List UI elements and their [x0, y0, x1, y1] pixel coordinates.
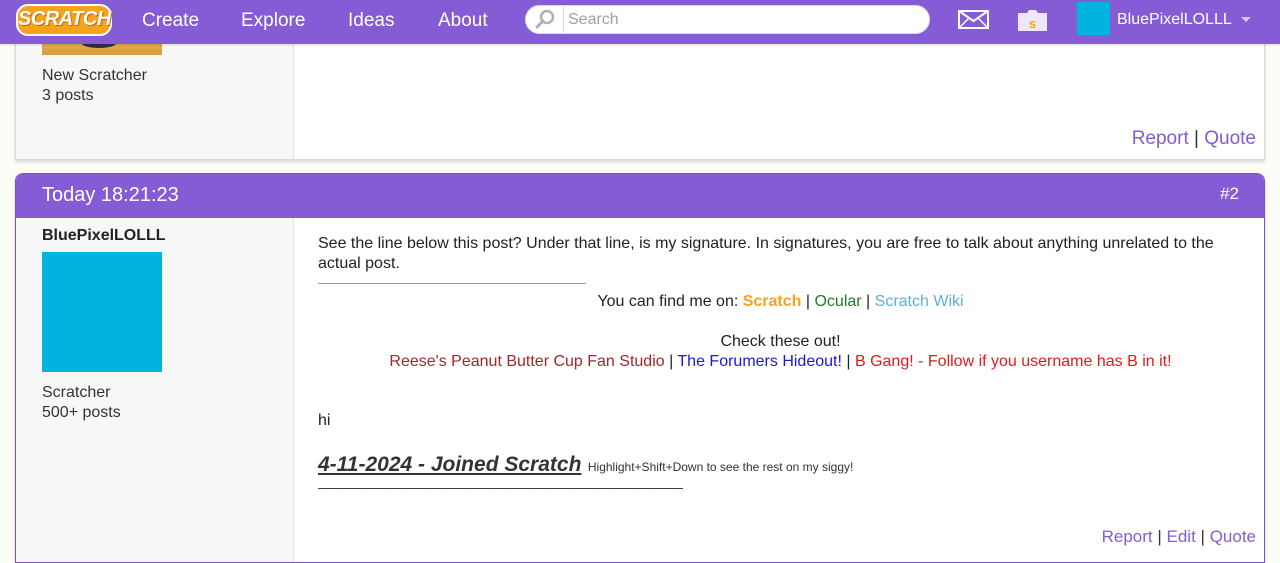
post-header: Today 18:21:23 #2	[16, 174, 1264, 218]
studio-link-reeses[interactable]: Reese's Peanut Butter Cup Fan Studio	[389, 353, 664, 370]
signature-studios: Reese's Peanut Butter Cup Fan Studio | T…	[389, 353, 1172, 370]
post-actions: Report | Quote	[1131, 128, 1256, 149]
account-username[interactable]: BluePixelLOLLL	[1117, 0, 1232, 40]
post-number[interactable]: #2	[1220, 174, 1239, 214]
ocular-link[interactable]: Ocular	[814, 293, 861, 310]
quote-link[interactable]: Quote	[1210, 527, 1256, 546]
nav-about[interactable]: About	[438, 0, 488, 44]
user-avatar[interactable]	[1077, 2, 1110, 35]
svg-text:s: s	[1029, 16, 1036, 31]
report-link[interactable]: Report	[1132, 128, 1189, 149]
signature-hi: hi	[318, 412, 331, 429]
author-post-count: 500+ posts	[42, 404, 121, 421]
scratch-link[interactable]: Scratch	[743, 293, 802, 310]
scratch-logo[interactable]: SCRATCH	[16, 4, 112, 36]
signature-find-me: You can find me on: Scratch | Ocular | S…	[597, 293, 964, 310]
my-stuff-folder-icon[interactable]: s	[1016, 8, 1049, 38]
search-icon[interactable]	[526, 6, 564, 33]
check-these-out: Check these out!	[720, 333, 841, 350]
top-navbar: SCRATCH Create Explore Ideas About s Blu…	[0, 0, 1280, 44]
joined-hint: Highlight+Shift+Down to see the rest on …	[587, 460, 854, 474]
studio-link-forumers-hideout[interactable]: The Forumers Hideout!	[677, 353, 842, 370]
scratch-wiki-link[interactable]: Scratch Wiki	[875, 293, 964, 310]
nav-create[interactable]: Create	[142, 0, 199, 44]
post-date: Today 18:21:23	[42, 184, 179, 206]
signature-joined: 4-11-2024 - Joined Scratch Highlight+Shi…	[318, 453, 853, 477]
joined-date-heading: 4-11-2024 - Joined Scratch	[318, 453, 582, 476]
messages-icon[interactable]	[958, 8, 989, 35]
author-rank: New Scratcher	[42, 67, 147, 84]
chevron-down-icon[interactable]	[1241, 17, 1251, 22]
post-body-text: See the line below this post? Under that…	[318, 235, 1214, 272]
search-input[interactable]	[568, 6, 918, 33]
forum-post: Today 18:21:23 #2 BluePixelLOLLL Scratch…	[15, 173, 1265, 563]
studio-link-b-gang[interactable]: B Gang! - Follow if you username has B i…	[855, 353, 1172, 370]
nav-ideas[interactable]: Ideas	[348, 0, 394, 44]
nav-explore[interactable]: Explore	[241, 0, 305, 44]
author-avatar[interactable]	[42, 252, 162, 372]
report-link[interactable]: Report	[1102, 527, 1153, 546]
quote-link[interactable]: Quote	[1204, 128, 1256, 149]
author-rank: Scratcher	[42, 384, 111, 401]
author-post-count: 3 posts	[42, 87, 94, 104]
post-actions: Report | Edit | Quote	[1101, 527, 1256, 546]
signature-divider	[318, 283, 586, 284]
search-box	[525, 5, 930, 34]
edit-link[interactable]: Edit	[1167, 527, 1196, 546]
signature-dashes: ————————————————————————————	[318, 479, 683, 495]
author-username[interactable]: BluePixelLOLLL	[42, 227, 166, 245]
find-me-label: You can find me on:	[597, 293, 743, 310]
